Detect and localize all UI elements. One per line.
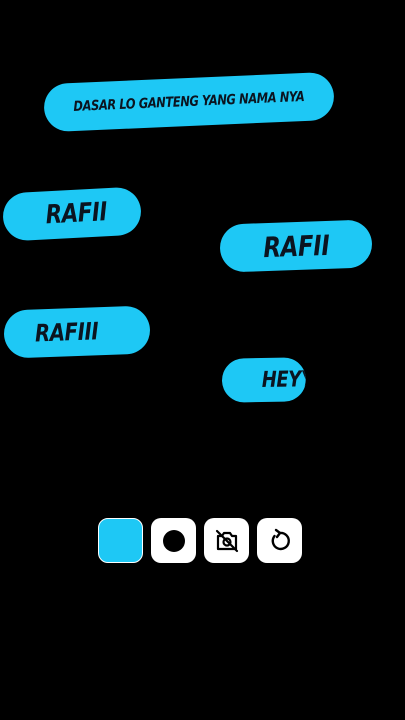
- caption-rafii-1[interactable]: RAFII: [1, 186, 143, 242]
- record-button[interactable]: [151, 518, 196, 563]
- caption-rafii-2[interactable]: RAFII: [219, 219, 373, 273]
- record-circle-icon: [161, 528, 187, 554]
- camera-off-icon: [214, 528, 240, 554]
- bottom-toolbar: [98, 518, 302, 563]
- rotate-button[interactable]: [257, 518, 302, 563]
- caption-heyy[interactable]: HEYY: [221, 357, 307, 403]
- caption-heyy-text: HEYY: [261, 366, 307, 393]
- caption-header[interactable]: DASAR LO GANTENG YANG NAMA NYA: [43, 71, 335, 133]
- caption-header-text: DASAR LO GANTENG YANG NAMA NYA: [73, 88, 305, 116]
- caption-rafiii-text: RAFIII: [34, 317, 99, 348]
- camera-off-button[interactable]: [204, 518, 249, 563]
- caption-rafii-1-text: RAFII: [44, 197, 108, 231]
- caption-rafiii[interactable]: RAFIII: [3, 305, 151, 359]
- color-swatch-button[interactable]: [98, 518, 143, 563]
- rotate-icon: [267, 528, 293, 554]
- caption-rafii-2-text: RAFII: [262, 228, 330, 264]
